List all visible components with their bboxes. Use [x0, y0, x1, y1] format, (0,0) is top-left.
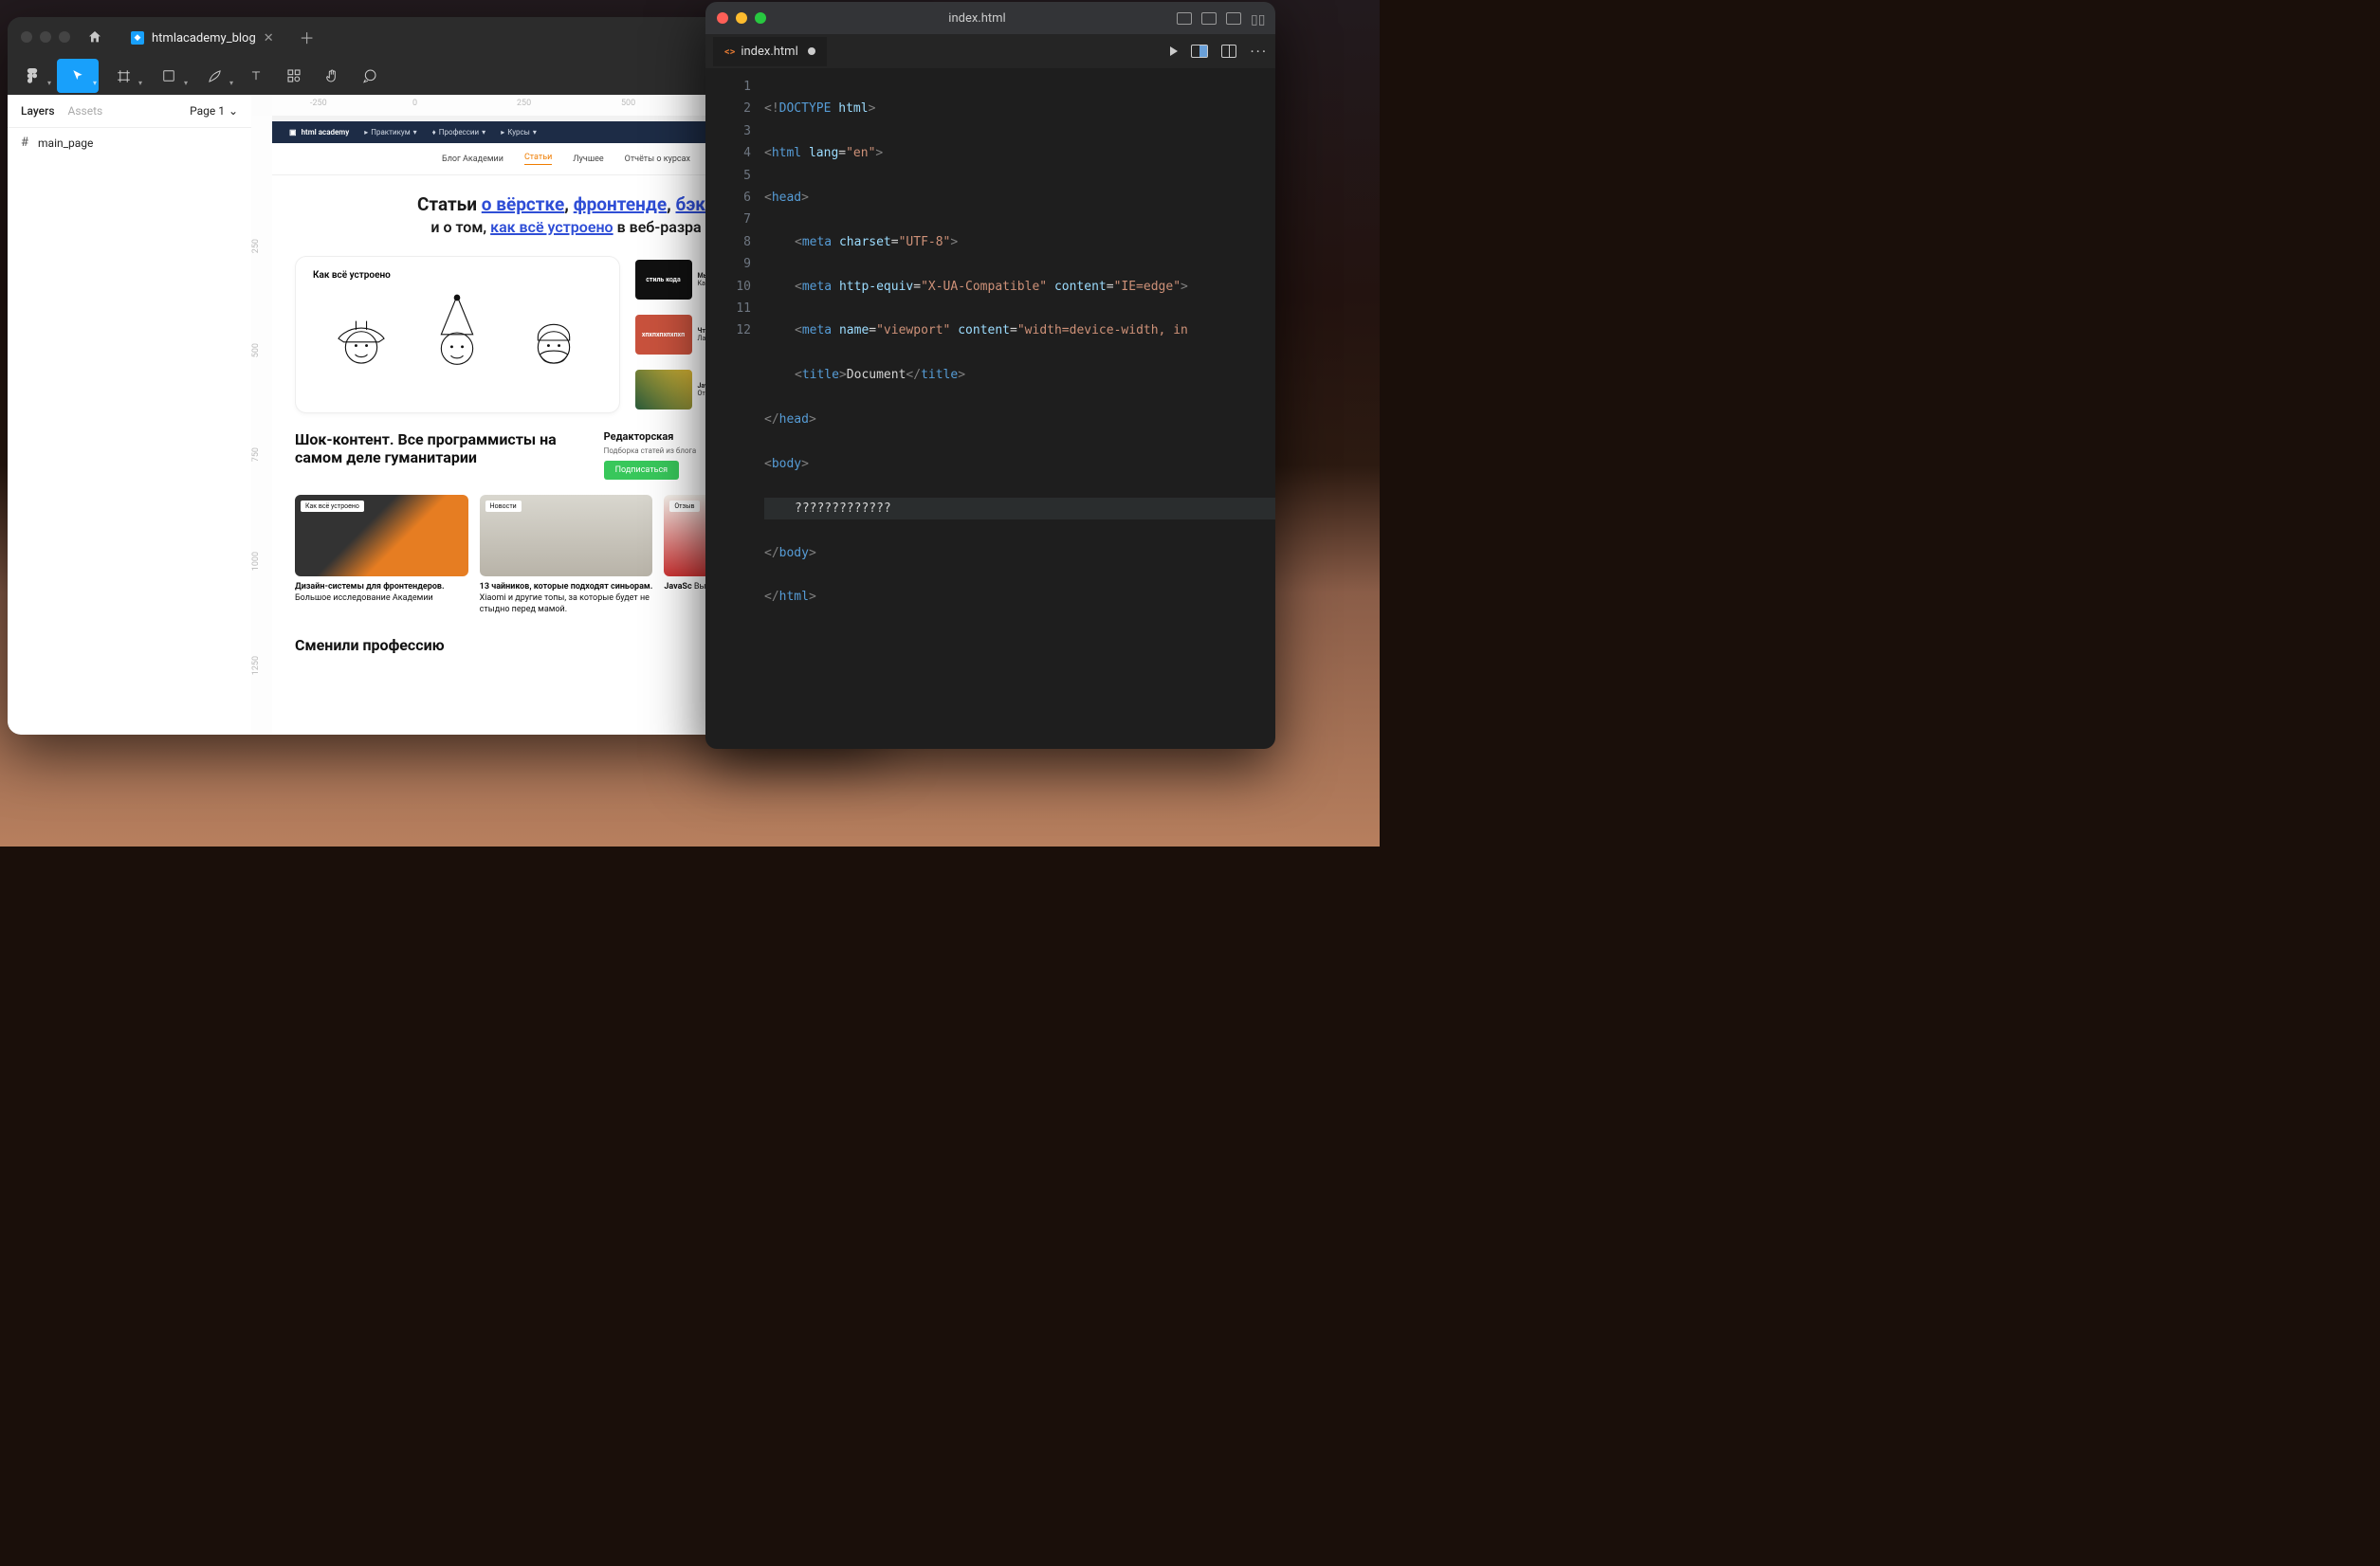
- comment-tool[interactable]: [353, 59, 387, 93]
- frame-tool[interactable]: ▾: [102, 59, 144, 93]
- shape-tool[interactable]: ▾: [148, 59, 190, 93]
- vscode-window: index.html ▯▯ <> index.html ··· 12345678…: [705, 2, 1275, 749]
- new-tab-button[interactable]: ＋: [295, 25, 320, 49]
- vscode-titlebar: index.html ▯▯: [705, 2, 1275, 34]
- move-tool[interactable]: ▾: [57, 59, 99, 93]
- mockup-logo: ▣ html academy: [289, 128, 349, 137]
- tab-title: htmlacademy_blog: [152, 31, 256, 46]
- window-title: index.html: [778, 11, 1177, 26]
- editor-tabs: <> index.html ···: [705, 34, 1275, 68]
- layout-customize-icon: ▯▯: [1251, 12, 1264, 23]
- figma-menu-icon[interactable]: ▾: [11, 59, 53, 93]
- pen-tool[interactable]: ▾: [193, 59, 235, 93]
- text-tool[interactable]: [239, 59, 273, 93]
- tab-assets[interactable]: Assets: [68, 104, 103, 118]
- panel-left-icon: [1177, 12, 1192, 25]
- resources-tool[interactable]: [277, 59, 311, 93]
- chevron-down-icon: ⌄: [229, 104, 238, 118]
- traffic-lights[interactable]: [717, 12, 766, 24]
- run-icon[interactable]: [1170, 46, 1178, 56]
- modified-indicator-icon: [808, 47, 815, 55]
- html-file-icon: <>: [724, 46, 735, 58]
- panel-right-icon: [1226, 12, 1241, 25]
- figma-file-icon: ◆: [131, 31, 144, 45]
- hand-tool[interactable]: [315, 59, 349, 93]
- traffic-lights[interactable]: [21, 31, 70, 43]
- page-dropdown[interactable]: Page 1 ⌄: [190, 104, 238, 118]
- layout-icons[interactable]: ▯▯: [1177, 12, 1264, 25]
- editor-tab[interactable]: <> index.html: [713, 37, 827, 66]
- frame-icon: #: [21, 136, 28, 150]
- close-icon[interactable]: ✕: [264, 31, 274, 46]
- home-icon[interactable]: [82, 24, 108, 50]
- more-icon[interactable]: ···: [1250, 43, 1268, 61]
- code-editor[interactable]: 123456789101112 <!DOCTYPE html> <html la…: [705, 68, 1275, 749]
- panel-bottom-icon: [1201, 12, 1217, 25]
- layer-item[interactable]: # main_page: [8, 128, 251, 157]
- split-editor-icon[interactable]: [1221, 45, 1236, 58]
- line-gutter: 123456789101112: [705, 68, 764, 749]
- split-preview-icon[interactable]: [1191, 45, 1208, 58]
- tab-layers[interactable]: Layers: [21, 104, 55, 118]
- ruler-vertical: 250 500 750 1000 1250: [251, 116, 273, 735]
- tab-file[interactable]: ◆ htmlacademy_blog ✕: [118, 17, 287, 58]
- layers-panel: Layers Assets Page 1 ⌄ # main_page: [8, 95, 251, 735]
